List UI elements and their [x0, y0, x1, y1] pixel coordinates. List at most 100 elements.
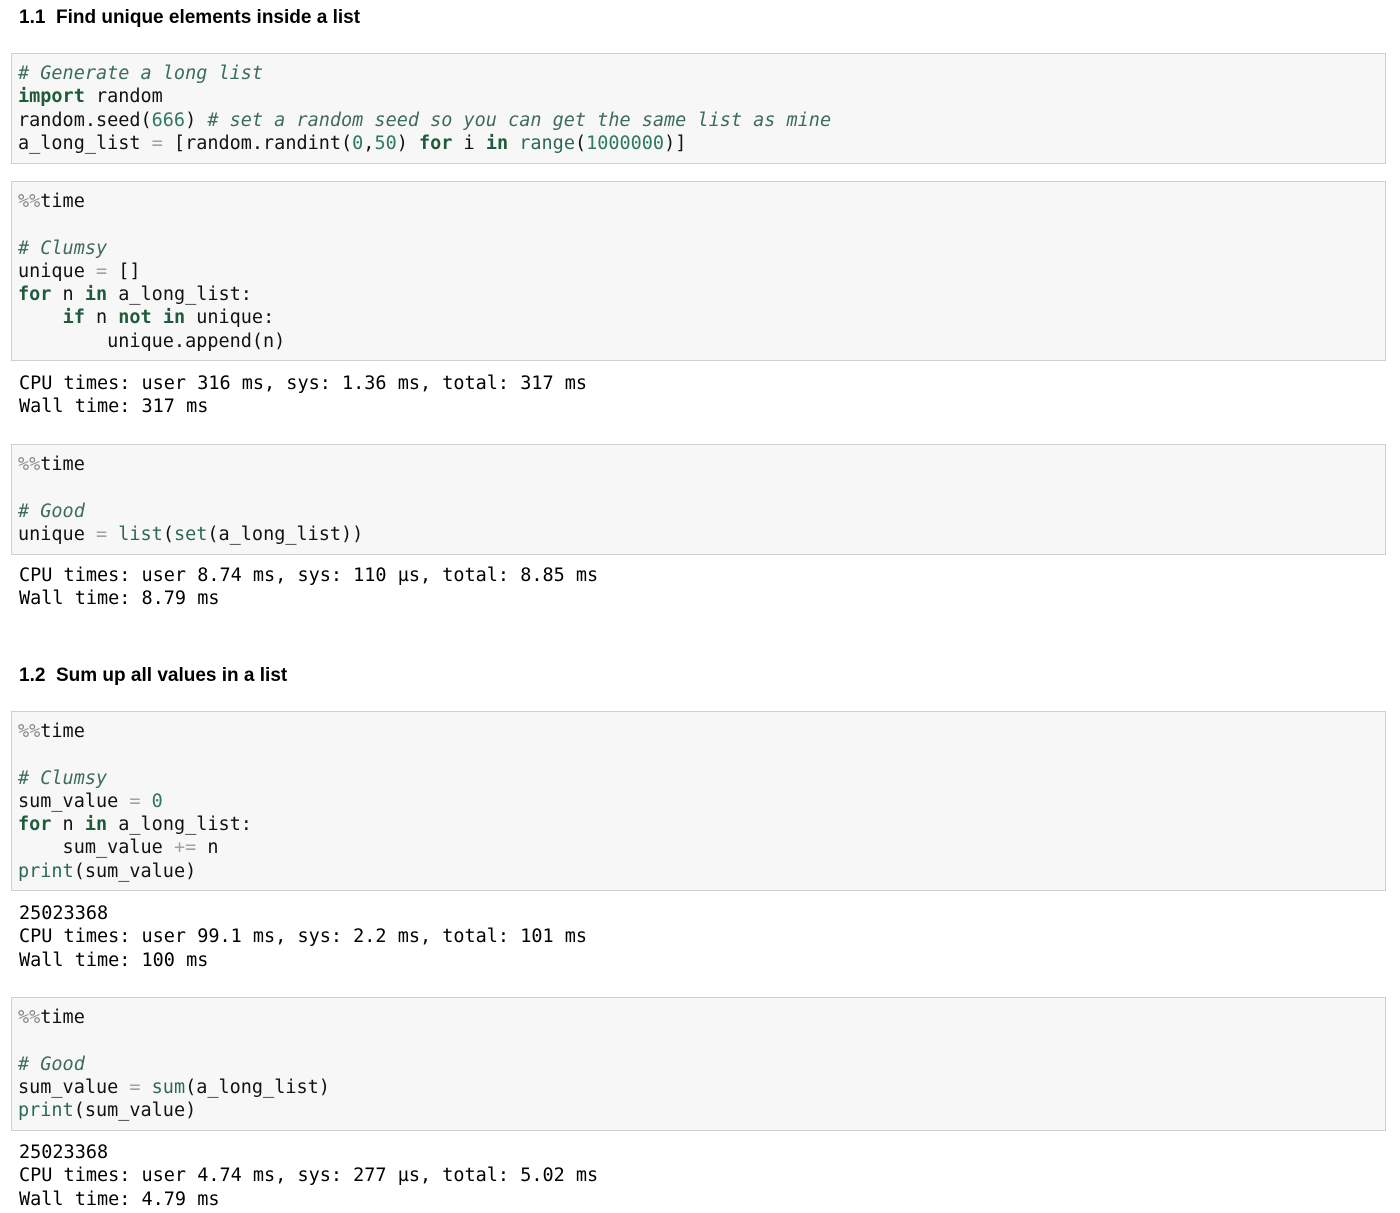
magic-token: %%: [18, 454, 41, 475]
section-heading-sum: 1.2 Sum up all values in a list: [19, 665, 288, 686]
keyword-token: in: [84, 814, 108, 836]
code-line: # Clumsy: [18, 767, 1379, 790]
builtin-token: print: [18, 860, 74, 882]
output-line: CPU times: user 316 ms, sys: 1.36 ms, to…: [19, 373, 588, 394]
number-token: 0: [151, 790, 163, 812]
code-token: unique: [18, 523, 96, 545]
magic-token: %%: [18, 1007, 41, 1028]
operator-token: =: [129, 1076, 141, 1098]
operator-token: =: [95, 260, 108, 282]
code-token: sum_value: [18, 1076, 130, 1098]
code-cell-sum-good[interactable]: %%time # Good sum_value = sum(a_long_list)…: [11, 997, 1386, 1131]
code-cell-unique-good[interactable]: %%time # Good unique = list(set(a_long_lis…: [11, 444, 1386, 555]
keyword-token: for: [18, 284, 52, 306]
output-line: Wall time: 100 ms: [19, 949, 209, 971]
code-token: n: [196, 837, 219, 859]
code-token: n: [84, 307, 119, 329]
keyword-token: if: [62, 307, 85, 329]
code-line: random.seed(666) # set a random seed so …: [18, 109, 1379, 132]
keyword-token: for: [18, 814, 52, 836]
operator-token: =: [129, 790, 141, 812]
cell-output-unique-good: CPU times: user 8.74 ms, sys: 110 µs, to…: [19, 564, 598, 611]
code-token: ): [396, 132, 419, 154]
code-token: (sum_value): [73, 860, 197, 882]
code-token: (: [162, 523, 174, 545]
code-line: unique.append(n): [18, 330, 1379, 353]
code-editor[interactable]: %%time # Good unique = list(set(a_long_lis…: [18, 453, 1379, 546]
output-line: 25023368: [19, 903, 109, 924]
code-line: import random: [18, 85, 1379, 108]
code-editor[interactable]: %%time # Clumsy sum_value = 0 for n in a_lo…: [18, 720, 1379, 883]
comment-token: # Good: [18, 500, 85, 522]
code-line: a_long_list = [random.randint(0,50) for …: [18, 132, 1379, 155]
code-token: random: [84, 86, 163, 108]
code-token: time: [40, 1007, 85, 1028]
code-token: (a_long_list)): [207, 523, 364, 545]
code-line: print(sum_value): [18, 860, 1379, 883]
code-line: sum_value = sum(a_long_list): [18, 1076, 1379, 1099]
builtin-token: range: [519, 132, 575, 154]
code-token: ,: [363, 132, 375, 154]
comment-token: # Good: [18, 1053, 85, 1075]
keyword-token: in: [485, 132, 509, 154]
code-cell-generate-list[interactable]: # Generate a long list import random rando…: [11, 53, 1386, 164]
code-line: for n in a_long_list:: [18, 283, 1379, 306]
code-token: (a_long_list): [185, 1076, 330, 1098]
operator-token: =: [95, 523, 108, 545]
code-line: sum_value = 0: [18, 790, 1379, 813]
code-line: # Good: [18, 500, 1379, 523]
code-token: (sum_value): [73, 1100, 197, 1122]
code-token: sum_value: [18, 790, 130, 812]
code-token: []: [107, 260, 141, 282]
code-token: time: [40, 454, 85, 475]
cell-output-sum-good: 25023368 CPU times: user 4.74 ms, sys: 27…: [19, 1141, 598, 1211]
number-token: 666: [151, 109, 186, 131]
number-token: 50: [374, 132, 397, 154]
output-line: CPU times: user 4.74 ms, sys: 277 µs, to…: [19, 1165, 599, 1187]
output-line: Wall time: 4.79 ms: [19, 1188, 220, 1210]
code-editor[interactable]: %%time # Clumsy unique = [] for n in a_long…: [18, 190, 1379, 353]
code-token: a_long_list:: [107, 814, 252, 836]
code-line: if n not in unique:: [18, 306, 1379, 329]
output-line: Wall time: 317 ms: [19, 396, 209, 418]
code-editor[interactable]: %%time # Good sum_value = sum(a_long_list)…: [18, 1006, 1379, 1122]
code-line: %%time: [18, 453, 1379, 476]
code-token: time: [40, 721, 85, 742]
code-token: unique.append(n): [18, 330, 286, 352]
cell-output-unique-clumsy: CPU times: user 316 ms, sys: 1.36 ms, to…: [19, 372, 587, 419]
code-token: unique: [18, 260, 96, 282]
code-editor[interactable]: # Generate a long list import random rando…: [18, 62, 1379, 155]
code-token: n: [51, 284, 85, 306]
code-token: random.seed(: [18, 109, 152, 131]
code-line: for n in a_long_list:: [18, 813, 1379, 836]
magic-token: %%: [18, 721, 41, 742]
code-token: (: [574, 132, 587, 154]
builtin-token: set: [173, 523, 208, 545]
code-token: sum_value: [18, 837, 174, 859]
comment-token: # set a random seed so you can get the s…: [207, 109, 832, 131]
section-heading-unique: 1.1 Find unique elements inside a list: [19, 7, 361, 28]
keyword-token: not: [118, 307, 152, 329]
code-token: a_long_list: [18, 132, 152, 154]
code-line: print(sum_value): [18, 1099, 1379, 1122]
code-line: unique = list(set(a_long_list)): [18, 523, 1379, 546]
code-cell-sum-clumsy[interactable]: %%time # Clumsy sum_value = 0 for n in a_lo…: [11, 711, 1386, 891]
output-line: Wall time: 8.79 ms: [19, 588, 220, 610]
number-token: 0: [352, 132, 364, 154]
comment-token: # Clumsy: [18, 237, 108, 259]
output-line: 25023368: [19, 1142, 109, 1163]
code-cell-unique-clumsy[interactable]: %%time # Clumsy unique = [] for n in a_long…: [11, 181, 1386, 361]
code-line: # Clumsy: [18, 237, 1379, 260]
code-line: unique = []: [18, 260, 1379, 283]
code-line: sum_value += n: [18, 836, 1379, 859]
